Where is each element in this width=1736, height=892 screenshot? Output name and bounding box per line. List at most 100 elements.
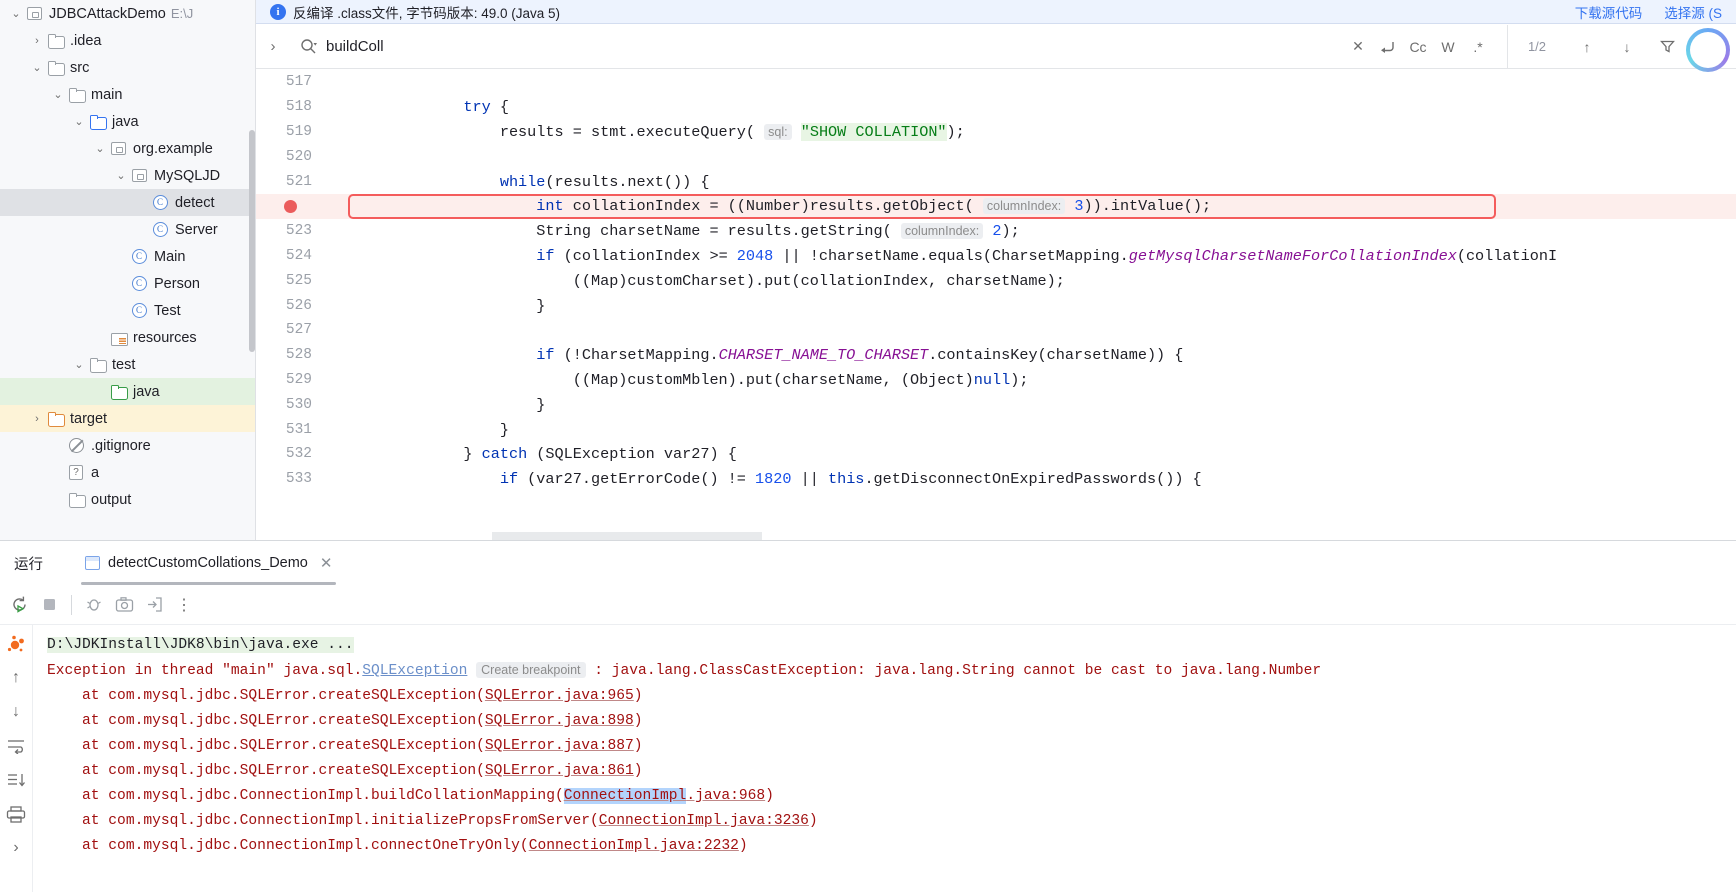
scroll-down-icon[interactable]: ↓ (3, 699, 29, 725)
project-tree-pane[interactable]: ⌄ JDBCAttackDemo E:\J › .idea ⌄ src ⌄ main ⌄ java ⌄… (0, 0, 256, 540)
run-tool-window: 运行 detectCustomCollations_Demo ✕ ⋮ ↑ ↓ ›… (0, 540, 1736, 892)
console-line[interactable]: at com.mysql.jdbc.ConnectionImpl.buildCo… (47, 784, 1736, 809)
rerun-icon[interactable] (4, 590, 34, 620)
code-line[interactable]: 528 if (!CharsetMapping.CHARSET_NAME_TO_… (256, 343, 1736, 368)
code-line[interactable]: 527 (256, 318, 1736, 343)
thread-dump-icon[interactable] (3, 631, 29, 657)
breakpoint-icon[interactable] (284, 199, 297, 213)
tree-item-label: JDBCAttackDemo (49, 5, 166, 22)
console-line[interactable]: D:\JDKInstall\JDK8\bin\java.exe ... (47, 633, 1736, 658)
code-line[interactable]: 520 (256, 144, 1736, 169)
chevron-down-icon[interactable]: ⌄ (50, 88, 66, 101)
chevron-right-icon[interactable]: › (29, 35, 45, 47)
code-line[interactable]: 525 ((Map)customCharset).put(collationIn… (256, 268, 1736, 293)
find-previous-icon[interactable]: ↑ (1572, 32, 1602, 62)
avatar[interactable] (1686, 28, 1730, 72)
code-line[interactable]: 521 while(results.next()) { (256, 169, 1736, 194)
scroll-up-icon[interactable]: ↑ (3, 665, 29, 691)
debug-icon[interactable] (79, 590, 109, 620)
more-options-icon[interactable]: ⋮ (169, 590, 199, 620)
filter-icon[interactable] (1652, 32, 1682, 62)
tree-item-server[interactable]: C Server (0, 216, 256, 243)
match-case-button[interactable]: Cc (1403, 32, 1433, 62)
folder-icon (89, 114, 107, 130)
camera-icon[interactable] (109, 590, 139, 620)
line-number: 528 (285, 347, 312, 364)
choose-sources-link[interactable]: 选择源 (S (1664, 2, 1722, 22)
run-toolbar[interactable]: ⋮ (0, 585, 1736, 625)
console-line[interactable]: at com.mysql.jdbc.SQLError.createSQLExce… (47, 734, 1736, 759)
java-class-icon: C (131, 249, 147, 264)
tree-item-test[interactable]: C Test (0, 297, 256, 324)
chevron-down-icon[interactable]: ⌄ (92, 142, 108, 155)
code-line[interactable]: 519 results = stmt.executeQuery( sql: "S… (256, 120, 1736, 145)
search-icon[interactable] (290, 38, 326, 55)
preserve-case-icon[interactable] (1373, 32, 1403, 62)
code-line[interactable]: 518 try { (256, 95, 1736, 120)
print-icon[interactable] (3, 801, 29, 827)
find-next-icon[interactable]: ↓ (1612, 32, 1642, 62)
tree-item--idea[interactable]: › .idea (0, 27, 256, 54)
code-text: } catch (SQLException var27) { (354, 445, 737, 464)
tree-item-main[interactable]: ⌄ main (0, 81, 256, 108)
tree-item-mysqljd[interactable]: ⌄ MySQLJD (0, 162, 256, 189)
tree-item-src[interactable]: ⌄ src (0, 54, 256, 81)
code-line[interactable]: 529 ((Map)customMblen).put(charsetName, … (256, 368, 1736, 393)
tree-item-main[interactable]: C Main (0, 243, 256, 270)
tree-item-resources[interactable]: resources (0, 324, 256, 351)
code-line[interactable]: 517 (256, 70, 1736, 95)
tree-item-a[interactable]: ? a (0, 459, 256, 486)
tree-item-test[interactable]: ⌄ test (0, 351, 256, 378)
console-area: ↑ ↓ › D:\JDKInstall\JDK8\bin\java.exe ..… (0, 625, 1736, 892)
close-icon[interactable]: ✕ (320, 554, 333, 572)
console-sidebar-toolbar[interactable]: ↑ ↓ › (0, 625, 33, 892)
chevron-down-icon[interactable]: ⌄ (113, 169, 129, 182)
console-line[interactable]: at com.mysql.jdbc.SQLError.createSQLExce… (47, 709, 1736, 734)
soft-wrap-icon[interactable] (3, 733, 29, 759)
code-line[interactable]: 530 } (256, 392, 1736, 417)
chevron-down-icon[interactable]: ⌄ (71, 358, 87, 371)
chevron-down-icon[interactable]: ⌄ (71, 115, 87, 128)
chevron-right-icon[interactable]: › (256, 38, 290, 55)
code-line[interactable]: 532 } catch (SQLException var27) { (256, 442, 1736, 467)
code-line[interactable]: 524 if (collationIndex >= 2048 || !chars… (256, 244, 1736, 269)
code-line[interactable]: 531 } (256, 417, 1736, 442)
tree-item-java[interactable]: java (0, 378, 256, 405)
tree-item-person[interactable]: C Person (0, 270, 256, 297)
tree-item-java[interactable]: ⌄ java (0, 108, 256, 135)
java-class-icon: C (152, 222, 168, 237)
chevron-down-icon[interactable]: ⌄ (29, 61, 45, 74)
console-line[interactable]: at com.mysql.jdbc.ConnectionImpl.connect… (47, 834, 1736, 859)
console-line[interactable]: Exception in thread "main" java.sql.SQLE… (47, 658, 1736, 684)
find-toolbar[interactable]: › ✕ Cc W .* 1/2 ↑ ↓ ⋮ (256, 24, 1736, 69)
console-output[interactable]: D:\JDKInstall\JDK8\bin\java.exe ... Excep… (33, 625, 1736, 892)
regex-button[interactable]: .* (1463, 32, 1493, 62)
run-configuration-tab[interactable]: detectCustomCollations_Demo ✕ (75, 541, 342, 585)
code-editor[interactable]: 517 518 try {519 results = stmt.executeQu… (256, 70, 1736, 540)
console-line[interactable]: at com.mysql.jdbc.ConnectionImpl.initial… (47, 809, 1736, 834)
download-sources-link[interactable]: 下载源代码 (1575, 2, 1643, 22)
scroll-to-end-icon[interactable] (3, 767, 29, 793)
tree-item-org-example[interactable]: ⌄ org.example (0, 135, 256, 162)
clear-search-icon[interactable]: ✕ (1343, 32, 1373, 62)
expand-icon[interactable]: › (3, 835, 29, 861)
code-line-highlighted[interactable]: int collationIndex = ((Number)results.ge… (256, 193, 1736, 219)
tree-item--gitignore[interactable]: .gitignore (0, 432, 256, 459)
code-line[interactable]: 533 if (var27.getErrorCode() != 1820 || … (256, 467, 1736, 492)
tree-item-target[interactable]: › target (0, 405, 256, 432)
console-line[interactable]: at com.mysql.jdbc.SQLError.createSQLExce… (47, 759, 1736, 784)
tree-item-jdbcattackdemo[interactable]: ⌄ JDBCAttackDemo E:\J (0, 0, 256, 27)
chevron-right-icon[interactable]: › (29, 413, 45, 425)
stop-icon[interactable] (34, 590, 64, 620)
search-input[interactable] (326, 38, 536, 55)
code-line[interactable]: 526 } (256, 293, 1736, 318)
words-button[interactable]: W (1433, 32, 1463, 62)
tree-item-output[interactable]: output (0, 486, 256, 513)
tree-item-detect[interactable]: Cdetect (0, 189, 256, 216)
chevron-down-icon[interactable]: ⌄ (8, 7, 24, 20)
editor-horizontal-scrollbar[interactable] (492, 532, 762, 540)
code-line[interactable]: 523 String charsetName = results.getStri… (256, 219, 1736, 244)
export-icon[interactable] (139, 590, 169, 620)
console-line[interactable]: at com.mysql.jdbc.SQLError.createSQLExce… (47, 684, 1736, 709)
folder-icon (47, 33, 65, 49)
